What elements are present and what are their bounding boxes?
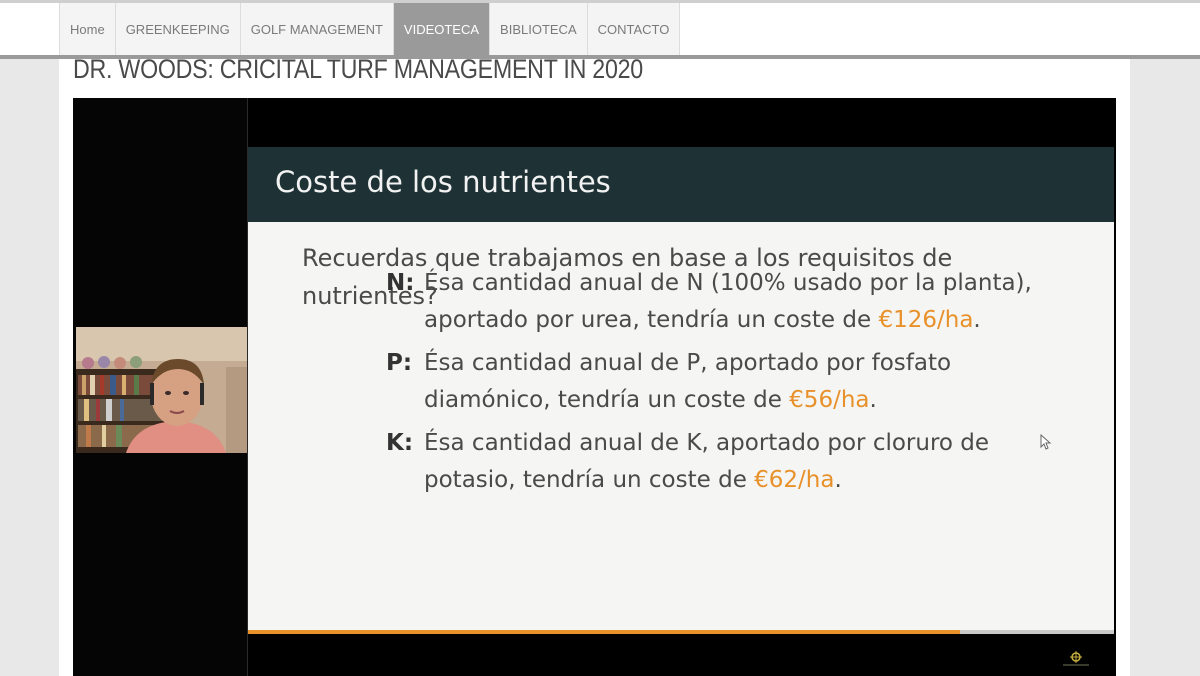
main-content: DR. WOODS: CRICITAL TURF MANAGEMENT IN 2… [59,54,1130,676]
nav-item-videoteca[interactable]: VIDEOTECA [393,3,491,55]
bullet-letter: N: [386,270,415,296]
slide-header: Coste de los nutrientes [248,147,1114,222]
bullet-letter: P: [386,350,413,376]
bullet-n: N: Ésa cantidad anual de N (100% usado p… [386,265,1074,339]
nav-item-greenkeeping[interactable]: GREENKEEPING [115,3,241,55]
page-title: DR. WOODS: CRICITAL TURF MANAGEMENT IN 2… [73,54,643,84]
bullet-k: K: Ésa cantidad anual de K, aportado por… [386,425,1074,499]
slide-progress-bar [248,630,960,634]
bullet-text: Ésa cantidad anual de P, aportado por fo… [424,345,1074,419]
bullet-end: . [834,467,842,493]
nav-item-contacto[interactable]: CONTACTO [587,3,681,55]
webcam-strip [73,98,248,676]
bullet-body: Ésa cantidad anual de K, aportado por cl… [424,430,990,493]
presentation-slide: Coste de los nutrientes Recuerdas que tr… [248,147,1114,634]
conference-logo-icon [1063,651,1089,666]
bullet-letter: K: [386,430,414,456]
slide-title: Coste de los nutrientes [275,165,611,199]
presenter-webcam [76,327,247,453]
nav-item-home[interactable]: Home [59,3,116,55]
nav-item-golf-management[interactable]: GOLF MANAGEMENT [240,3,394,55]
bullet-p: P: Ésa cantidad anual de P, aportado por… [386,345,1074,419]
presenter-video-frame [76,327,247,453]
bullet-text: Ésa cantidad anual de N (100% usado por … [424,265,1074,339]
bullet-end: . [869,387,877,413]
bullet-price: €56/ha [789,387,870,413]
slide-progress-track [960,630,1114,634]
main-nav: Home GREENKEEPING GOLF MANAGEMENT VIDEOT… [59,3,681,55]
bullet-text: Ésa cantidad anual de K, aportado por cl… [424,425,1074,499]
bullet-price: €126/ha [878,307,974,333]
mouse-cursor-icon [1040,434,1052,450]
bullet-price: €62/ha [754,467,835,493]
video-player[interactable]: Coste de los nutrientes Recuerdas que tr… [73,98,1116,676]
nav-item-biblioteca[interactable]: BIBLIOTECA [490,3,588,55]
bullet-end: . [973,307,981,333]
